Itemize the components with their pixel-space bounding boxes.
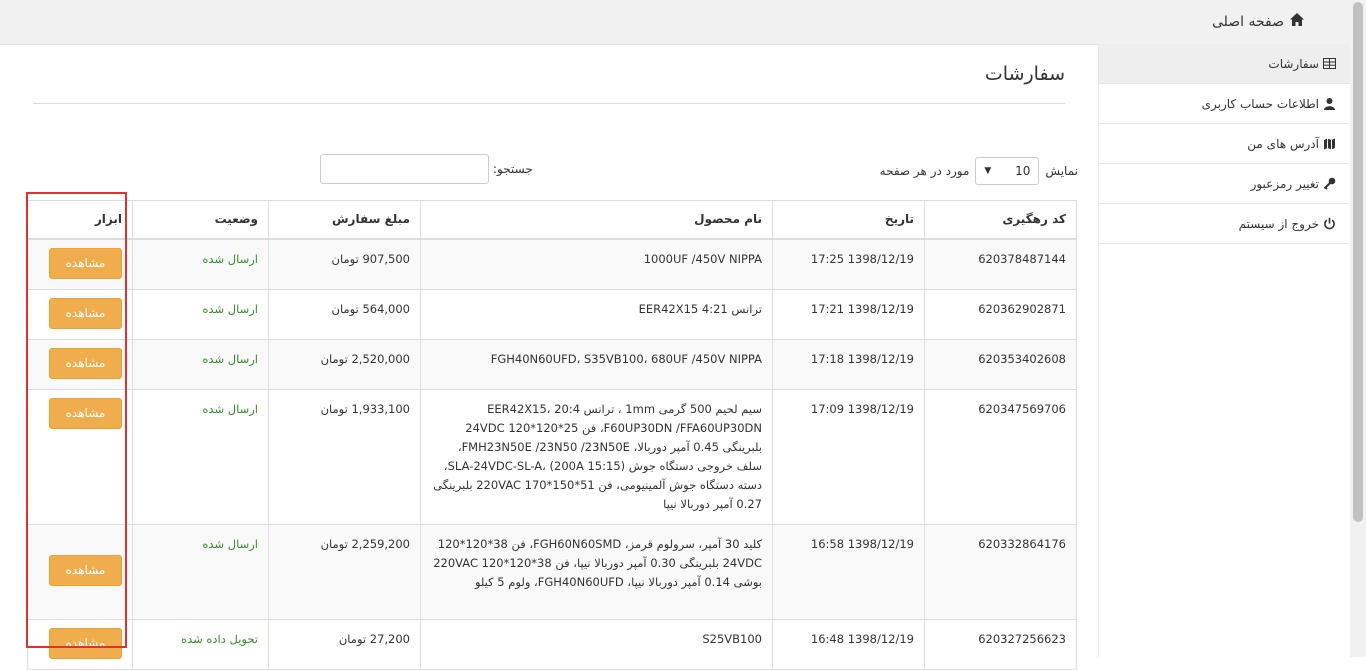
view-button[interactable]: مشاهده xyxy=(49,347,122,379)
cell-tracking-code: 620378487144 xyxy=(924,238,1077,290)
length-suffix: مورد در هر صفحه xyxy=(879,164,970,178)
cell-status: ارسال شده xyxy=(132,388,269,525)
sidebar-item-label: سفارشات xyxy=(1268,56,1319,71)
cell-amount: 1,933,100 تومان xyxy=(268,388,421,525)
cell-status: ارسال شده xyxy=(132,338,269,390)
cell-status: ارسال شده xyxy=(132,288,269,340)
sidebar-item-logout[interactable]: خروج از سیستم xyxy=(1099,204,1351,244)
table-row: 620327256623 1398/12/19 16:48 S25VB100 2… xyxy=(27,618,1077,670)
cell-amount: 2,520,000 تومان xyxy=(268,338,421,390)
header-date[interactable]: تاریخ xyxy=(772,200,925,240)
table-row: 620362902871 1398/12/19 17:21 ترانس 4:21… xyxy=(27,288,1077,340)
view-button[interactable]: مشاهده xyxy=(49,297,122,329)
cell-date: 1398/12/19 16:58 xyxy=(772,523,925,620)
view-button[interactable]: مشاهده xyxy=(49,627,122,659)
page-length-control: نمایش ▼ 10 مورد در هر صفحه xyxy=(880,157,1078,185)
cell-product: S25VB100 xyxy=(420,618,773,670)
cell-amount: 27,200 تومان xyxy=(268,618,421,670)
search-label: جستجو: xyxy=(493,162,533,176)
cell-status: تحویل داده شده xyxy=(132,618,269,670)
sidebar-item-addresses[interactable]: آدرس های من xyxy=(1099,124,1351,164)
sidebar-item-label: آدرس های من xyxy=(1247,136,1319,151)
top-navbar: صفحه اصلی xyxy=(0,0,1350,45)
view-button[interactable]: مشاهده xyxy=(49,247,122,279)
cell-tools: مشاهده xyxy=(27,618,133,670)
table-icon xyxy=(1323,57,1336,70)
home-label: صفحه اصلی xyxy=(1211,13,1284,30)
cell-date: 1398/12/19 17:25 xyxy=(772,238,925,290)
cell-date: 1398/12/19 17:18 xyxy=(772,338,925,390)
sidebar-item-account-info[interactable]: اطلاعات حساب کاربری xyxy=(1099,84,1351,124)
sidebar-item-label: تغییر رمزعبور xyxy=(1250,176,1319,191)
scrollbar-thumb[interactable] xyxy=(1353,2,1363,522)
view-button[interactable]: مشاهده xyxy=(49,397,122,429)
search-input[interactable] xyxy=(320,154,489,184)
page-scrollbar[interactable] xyxy=(1350,0,1366,657)
cell-status: ارسال شده xyxy=(132,523,269,620)
cell-tools: مشاهده xyxy=(27,338,133,390)
table-row: 620353402608 1398/12/19 17:18 FGH40N60UF… xyxy=(27,338,1077,390)
table-search: جستجو: xyxy=(320,154,533,184)
header-order-amount[interactable]: مبلغ سفارش xyxy=(268,200,421,240)
sidebar-item-orders[interactable]: سفارشات xyxy=(1099,44,1351,84)
cell-tools: مشاهده xyxy=(27,523,133,620)
cell-tracking-code: 620327256623 xyxy=(924,618,1077,670)
user-icon xyxy=(1323,97,1336,110)
cell-status: ارسال شده xyxy=(132,238,269,290)
map-icon xyxy=(1323,137,1336,150)
cell-date: 1398/12/19 17:21 xyxy=(772,288,925,340)
key-icon xyxy=(1323,177,1336,190)
cell-product: FGH40N60UFD، S35VB100، 680UF /450V NIPPA xyxy=(420,338,773,390)
header-tracking-code[interactable]: کد رهگیری xyxy=(924,200,1077,240)
cell-product: سیم لحیم 500 گرمی 1mm ، ترانس 20:4 EER42… xyxy=(420,388,773,525)
title-divider xyxy=(33,103,1065,104)
cell-amount: 907,500 تومان xyxy=(268,238,421,290)
cell-amount: 2,259,200 تومان xyxy=(268,523,421,620)
cell-date: 1398/12/19 16:48 xyxy=(772,618,925,670)
sidebar-item-change-password[interactable]: تغییر رمزعبور xyxy=(1099,164,1351,204)
header-status[interactable]: وضعیت xyxy=(132,200,269,240)
power-icon xyxy=(1323,217,1336,230)
cell-product: ترانس 4:21 EER42X15 xyxy=(420,288,773,340)
table-row: 620347569706 1398/12/19 17:09 سیم لحیم 5… xyxy=(27,388,1077,525)
home-link[interactable]: صفحه اصلی xyxy=(1212,12,1305,31)
page-title: سفارشات xyxy=(984,63,1065,85)
page-length-select[interactable]: ▼ 10 xyxy=(975,157,1040,185)
table-row: 620378487144 1398/12/19 17:25 1000UF /45… xyxy=(27,238,1077,290)
cell-tracking-code: 620332864176 xyxy=(924,523,1077,620)
cell-product: 1000UF /450V NIPPA xyxy=(420,238,773,290)
view-button[interactable]: مشاهده xyxy=(49,555,122,586)
table-row: 620332864176 1398/12/19 16:58 کلید 30 آم… xyxy=(27,523,1077,620)
cell-product: کلید 30 آمپر، سرولوم قرمز، FGH60N60SMD، … xyxy=(420,523,773,620)
length-prefix: نمایش xyxy=(1045,164,1078,178)
table-header-row: کد رهگیری تاریخ نام محصول مبلغ سفارش وضع… xyxy=(27,200,1077,240)
cell-tools: مشاهده xyxy=(27,238,133,290)
header-tools: ابزار xyxy=(27,200,133,240)
cell-tracking-code: 620362902871 xyxy=(924,288,1077,340)
header-product-name[interactable]: نام محصول xyxy=(420,200,773,240)
cell-tools: مشاهده xyxy=(27,388,133,525)
cell-date: 1398/12/19 17:09 xyxy=(772,388,925,525)
account-sidebar: سفارشات اطلاعات حساب کاربری آدرس های من … xyxy=(1098,44,1351,657)
home-icon xyxy=(1289,12,1305,31)
page-length-value: 10 xyxy=(1015,164,1031,178)
chevron-down-icon: ▼ xyxy=(984,166,992,176)
cell-amount: 564,000 تومان xyxy=(268,288,421,340)
sidebar-item-label: اطلاعات حساب کاربری xyxy=(1201,96,1319,111)
cell-tools: مشاهده xyxy=(27,288,133,340)
sidebar-item-label: خروج از سیستم xyxy=(1238,216,1319,231)
cell-tracking-code: 620353402608 xyxy=(924,338,1077,390)
orders-table: کد رهگیری تاریخ نام محصول مبلغ سفارش وضع… xyxy=(27,200,1077,670)
cell-tracking-code: 620347569706 xyxy=(924,388,1077,525)
